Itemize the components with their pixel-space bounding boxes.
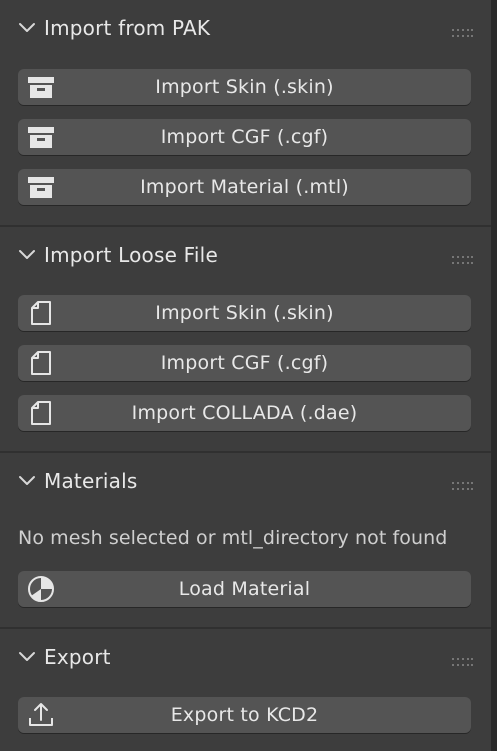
section-title: Import Loose File: [44, 243, 218, 267]
material-sphere-icon: [26, 574, 56, 604]
drag-handle-icon[interactable]: [451, 250, 473, 264]
import-from-pak-header[interactable]: Import from PAK: [0, 0, 491, 56]
chevron-down-icon[interactable]: [16, 244, 38, 266]
import-loose-cgf-button[interactable]: Import CGF (.cgf): [18, 345, 471, 381]
import-loose-file-header[interactable]: Import Loose File: [0, 227, 491, 283]
materials-panel: Materials No mesh selected or mtl_direct…: [0, 453, 491, 627]
materials-header[interactable]: Materials: [0, 453, 491, 509]
export-header[interactable]: Export: [0, 629, 491, 685]
section-title: Materials: [44, 469, 138, 493]
import-loose-collada-button[interactable]: Import COLLADA (.dae): [18, 395, 471, 431]
drag-handle-icon[interactable]: [451, 476, 473, 490]
import-pak-skin-button[interactable]: Import Skin (.skin): [18, 69, 471, 105]
button-label: Load Material: [178, 578, 311, 600]
import-loose-file-panel: Import Loose File Import Skin (.skin) Im…: [0, 227, 491, 451]
button-label: Import CGF (.cgf): [160, 352, 329, 374]
archive-box-icon: [26, 72, 56, 102]
section-title: Export: [44, 645, 111, 669]
load-material-button[interactable]: Load Material: [18, 571, 471, 607]
import-pak-cgf-button[interactable]: Import CGF (.cgf): [18, 119, 471, 155]
file-icon: [26, 398, 56, 428]
section-title: Import from PAK: [44, 16, 211, 40]
import-loose-skin-button[interactable]: Import Skin (.skin): [18, 295, 471, 331]
button-label: Import Skin (.skin): [155, 76, 334, 98]
file-icon: [26, 298, 56, 328]
export-panel: Export Export to KCD2: [0, 629, 491, 751]
button-label: Import Skin (.skin): [155, 302, 334, 324]
panel-scrollbar[interactable]: [491, 0, 497, 751]
materials-status-text: No mesh selected or mtl_directory not fo…: [18, 527, 448, 549]
import-from-pak-panel: Import from PAK Import Skin (.skin) Impo…: [0, 0, 491, 225]
archive-box-icon: [26, 122, 56, 152]
button-label: Import CGF (.cgf): [160, 126, 329, 148]
chevron-down-icon[interactable]: [16, 17, 38, 39]
drag-handle-icon[interactable]: [451, 652, 473, 666]
button-label: Import COLLADA (.dae): [131, 402, 358, 424]
button-label: Export to KCD2: [170, 704, 319, 726]
export-kcd2-button[interactable]: Export to KCD2: [18, 697, 471, 733]
button-label: Import Material (.mtl): [140, 176, 349, 198]
archive-box-icon: [26, 172, 56, 202]
import-pak-material-button[interactable]: Import Material (.mtl): [18, 169, 471, 205]
addon-sidebar-panel: Import from PAK Import Skin (.skin) Impo…: [0, 0, 497, 751]
export-upload-icon: [26, 700, 56, 730]
chevron-down-icon[interactable]: [16, 470, 38, 492]
file-icon: [26, 348, 56, 378]
drag-handle-icon[interactable]: [451, 23, 473, 37]
chevron-down-icon[interactable]: [16, 646, 38, 668]
